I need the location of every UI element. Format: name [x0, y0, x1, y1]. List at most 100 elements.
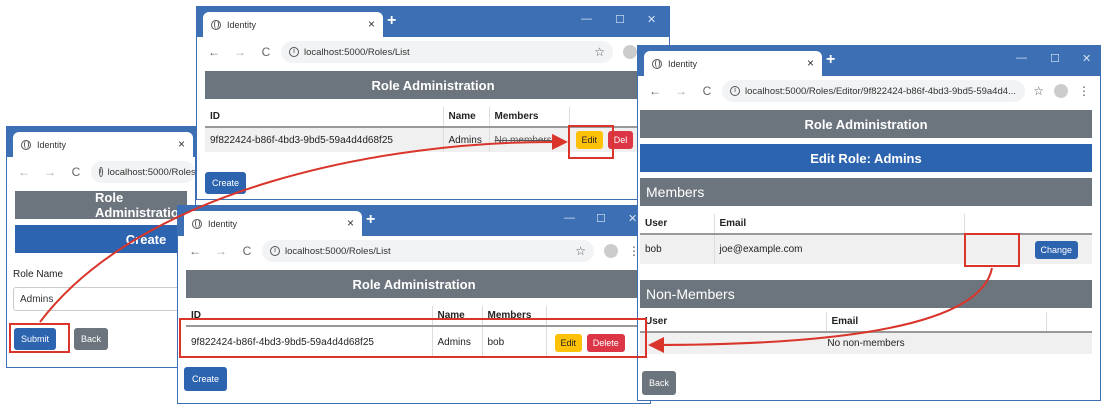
table-row: No non-members	[640, 332, 1092, 354]
table-row: bob joe@example.com Change	[640, 234, 1092, 264]
create-button[interactable]: Create	[205, 172, 247, 194]
non-members-header: Non-Members	[640, 280, 1092, 308]
page-header: Role Administration	[205, 71, 661, 99]
back-arrow-icon[interactable]: ←	[205, 45, 223, 59]
empty-message: No non-members	[640, 332, 1092, 354]
back-button[interactable]: Back	[642, 371, 677, 395]
title-bar: Identity × + — ☐ ✕	[197, 7, 669, 37]
role-id: 9f822424-b86f-4bd3-9bd5-59a4d4d68f25	[205, 127, 443, 152]
column-header-id: ID	[205, 107, 443, 128]
back-arrow-icon[interactable]: ←	[15, 165, 33, 179]
address-bar-row: ← → C i localhost:5000/Roles/List ☆ ⋮	[178, 236, 650, 266]
reload-icon[interactable]: C	[257, 45, 275, 59]
info-icon: i	[99, 167, 103, 177]
highlight-submit	[9, 323, 70, 353]
profile-icon[interactable]	[623, 45, 637, 59]
menu-icon[interactable]: ⋮	[1078, 84, 1090, 98]
role-members: No members	[488, 127, 569, 152]
star-icon[interactable]: ☆	[575, 244, 586, 258]
role-name-input[interactable]: Admins	[13, 287, 193, 311]
browser-window-list-before: Identity × + — ☐ ✕ ← → C i localhost:500…	[196, 6, 670, 200]
address-bar[interactable]: i localhost:5000/Roles/Editor/9f822424-b…	[722, 80, 1026, 102]
role-name-label: Role Name	[13, 269, 64, 280]
new-tab-icon[interactable]: +	[826, 51, 835, 69]
highlight-edit	[568, 125, 614, 159]
address-bar-row: ← → C i localhost:5000/Roles/Editor/9f82…	[638, 76, 1100, 106]
forward-arrow-icon[interactable]: →	[41, 165, 59, 179]
page-header-text: Role Administration	[95, 190, 187, 220]
url-text: localhost:5000/Roles/List	[285, 245, 391, 257]
close-window-icon[interactable]: ✕	[1082, 52, 1091, 65]
reload-icon[interactable]: C	[67, 165, 85, 179]
column-header-email: Email	[825, 312, 1046, 333]
change-button[interactable]: Change	[1034, 240, 1079, 259]
reload-icon[interactable]: C	[698, 84, 716, 98]
browser-tab[interactable]: Identity ×	[13, 132, 193, 157]
new-tab-icon[interactable]: +	[366, 211, 375, 229]
close-tab-icon[interactable]: ×	[368, 17, 375, 31]
reload-icon[interactable]: C	[238, 244, 256, 258]
create-header: Create	[15, 225, 187, 253]
close-window-icon[interactable]: ✕	[647, 13, 656, 26]
browser-tab[interactable]: Identity ×	[644, 51, 822, 76]
url-text: localhost:5000/Roles/Editor/9f822424-b86…	[745, 85, 1016, 97]
tab-title: Identity	[227, 19, 257, 30]
page-header: Role Administration	[186, 270, 642, 298]
info-icon: i	[730, 86, 740, 96]
browser-window-list-after: Identity × + — ☐ ✕ ← → C i localhost:500…	[177, 205, 651, 404]
tab-title: Identity	[37, 139, 67, 150]
close-window-icon[interactable]: ✕	[628, 212, 637, 225]
minimize-icon[interactable]: —	[581, 13, 592, 25]
column-header-user: User	[640, 214, 714, 235]
highlight-change	[964, 233, 1020, 267]
tab-title: Identity	[668, 58, 698, 69]
globe-icon	[192, 218, 202, 229]
title-bar: Identity × + — ☐ ✕	[638, 46, 1100, 76]
browser-tab[interactable]: Identity ×	[184, 211, 362, 236]
title-bar: Identity × + — ☐ ✕	[178, 206, 650, 236]
forward-arrow-icon[interactable]: →	[672, 84, 690, 98]
back-arrow-icon[interactable]: ←	[186, 244, 204, 258]
browser-tab[interactable]: Identity ×	[203, 12, 383, 37]
column-header-email: Email	[713, 214, 964, 235]
member-email: joe@example.com	[713, 234, 964, 264]
address-bar[interactable]: i localhost:5000/Roles	[91, 161, 195, 183]
edit-role-header: Edit Role: Admins	[640, 144, 1092, 172]
address-bar-row: ← → C i localhost:5000/Roles	[7, 157, 195, 187]
address-bar[interactable]: i localhost:5000/Roles/List ☆	[281, 41, 613, 63]
info-icon: i	[289, 47, 299, 57]
column-header-members: Members	[488, 107, 569, 128]
column-header-actions	[963, 214, 1092, 235]
new-tab-icon[interactable]: +	[387, 12, 396, 30]
forward-arrow-icon[interactable]: →	[212, 244, 230, 258]
address-bar[interactable]: i localhost:5000/Roles/List ☆	[262, 240, 594, 262]
minimize-icon[interactable]: —	[564, 212, 575, 224]
column-header-user: User	[640, 312, 826, 333]
maximize-icon[interactable]: ☐	[596, 212, 606, 225]
star-icon[interactable]: ☆	[1033, 84, 1044, 98]
create-button[interactable]: Create	[184, 367, 228, 391]
star-icon[interactable]: ☆	[594, 45, 605, 59]
page-header: Role Administration	[640, 110, 1092, 138]
non-members-table: User Email No non-members	[640, 312, 1092, 354]
close-tab-icon[interactable]: ×	[347, 216, 354, 230]
url-text: localhost:5000/Roles/List	[304, 46, 410, 58]
globe-icon	[211, 19, 221, 30]
members-table: User Email bob joe@example.com Change	[640, 214, 1092, 264]
column-header-actions	[1045, 312, 1092, 333]
back-arrow-icon[interactable]: ←	[646, 84, 664, 98]
address-bar-row: ← → C i localhost:5000/Roles/List ☆ ⋮	[197, 37, 669, 67]
maximize-icon[interactable]: ☐	[615, 13, 625, 26]
url-text: localhost:5000/Roles	[107, 166, 195, 178]
maximize-icon[interactable]: ☐	[1050, 52, 1060, 65]
back-button[interactable]: Back	[74, 328, 109, 350]
profile-icon[interactable]	[1054, 84, 1068, 98]
close-tab-icon[interactable]: ×	[178, 137, 185, 151]
forward-arrow-icon[interactable]: →	[231, 45, 249, 59]
browser-window-editor: Identity × + — ☐ ✕ ← → C i localhost:500…	[637, 45, 1101, 401]
member-user: bob	[640, 234, 714, 264]
minimize-icon[interactable]: —	[1016, 52, 1027, 64]
profile-icon[interactable]	[604, 244, 618, 258]
close-tab-icon[interactable]: ×	[807, 56, 814, 70]
members-header: Members	[640, 178, 1092, 206]
